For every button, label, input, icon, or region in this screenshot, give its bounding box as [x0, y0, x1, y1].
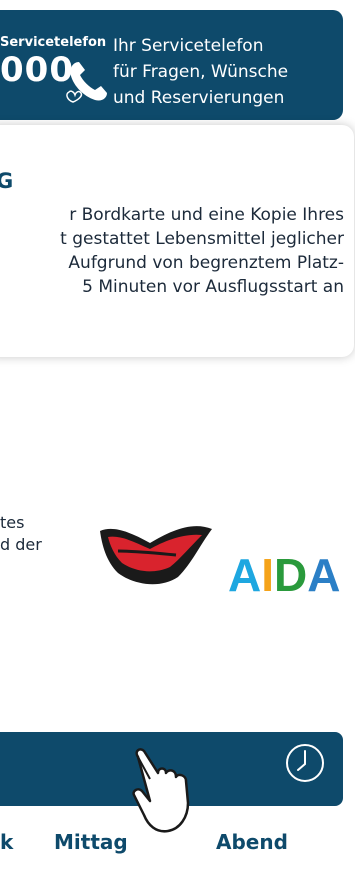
clock-icon[interactable] [282, 740, 328, 786]
excerpt-text: tes d der [0, 512, 42, 556]
notice-line: 5 Minuten vor Ausflugsstart an [82, 277, 344, 297]
notice-body: r Bordkarte und eine Kopie Ihres t gesta… [0, 203, 344, 299]
notice-title: G [0, 169, 14, 193]
phone-icon [66, 62, 107, 103]
notice-line: r Bordkarte und eine Kopie Ihres [69, 205, 344, 225]
service-info-line: für Fragen, Wünsche [113, 62, 289, 82]
hand-pointer-icon [132, 748, 190, 833]
service-label: Servicetelefon [0, 35, 107, 50]
service-info-line: Ihr Servicetelefon [113, 36, 264, 56]
service-info-line: und Reservierungen [113, 88, 285, 108]
notice-card: G r Bordkarte und eine Kopie Ihres t ges… [0, 125, 354, 357]
service-number: 000 [0, 50, 74, 90]
excerpt-line: d der [0, 535, 42, 554]
aida-logo: AIDA [100, 526, 340, 595]
tab-mittag[interactable]: Mittag [54, 830, 128, 854]
aida-wordmark: AIDA [228, 549, 340, 595]
tab-abend[interactable]: Abend [216, 830, 288, 854]
service-phone-banner[interactable]: Servicetelefon 000 Ihr Servicetelefon fü… [0, 10, 343, 120]
excerpt-line: tes [0, 513, 25, 532]
tab-early[interactable]: k [0, 830, 13, 854]
notice-line: t gestattet Lebensmittel jeglicher [60, 229, 344, 249]
service-info: Ihr Servicetelefon für Fragen, Wünsche u… [113, 33, 288, 111]
notice-line: Aufgrund von begrenztem Platz- [68, 253, 344, 273]
